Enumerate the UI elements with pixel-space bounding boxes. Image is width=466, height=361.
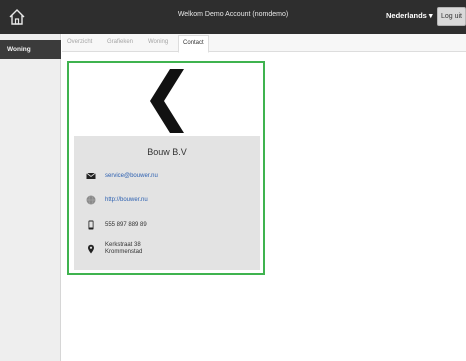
website-link[interactable]: http://bouwer.nu [105, 197, 148, 204]
globe-icon [86, 195, 96, 205]
address-street: Kerkstraat 38 [105, 242, 141, 248]
email-row: service@bouwer.nu [86, 169, 158, 183]
logout-button[interactable]: Log uit [437, 7, 466, 26]
top-bar: Welkom Demo Account (nomdemo) Nederlands… [0, 0, 466, 34]
tab-woning[interactable]: Woning [148, 39, 168, 45]
company-name: Bouw B.V [147, 147, 187, 157]
website-row: http://bouwer.nu [86, 193, 148, 207]
address-row: Kerkstraat 38 Krommenstad [86, 239, 142, 259]
phone-number: 555 897 889 89 [105, 221, 147, 228]
company-logo [150, 69, 184, 133]
tab-contact[interactable]: Contact [178, 35, 209, 53]
sidebar-item-woning[interactable]: Woning [0, 40, 61, 59]
tab-bar: Overzicht Grafieken Woning Contact [62, 34, 466, 53]
sidebar: Woning [0, 34, 61, 361]
language-selector[interactable]: Nederlands ▾ [386, 11, 433, 20]
tab-overzicht[interactable]: Overzicht [67, 39, 92, 45]
address-city: Krommenstad [105, 249, 143, 255]
phone-row: 555 897 889 89 [86, 218, 147, 232]
contact-card: Bouw B.V service@bouwer.nu http://bouwer… [67, 61, 265, 275]
envelope-icon [86, 172, 96, 179]
phone-icon [88, 220, 94, 230]
tab-grafieken[interactable]: Grafieken [107, 39, 133, 45]
email-link[interactable]: service@bouwer.nu [105, 173, 158, 180]
contact-panel: Bouw B.V service@bouwer.nu http://bouwer… [74, 136, 260, 270]
address: Kerkstraat 38 Krommenstad [105, 242, 142, 256]
map-pin-icon [88, 244, 94, 254]
